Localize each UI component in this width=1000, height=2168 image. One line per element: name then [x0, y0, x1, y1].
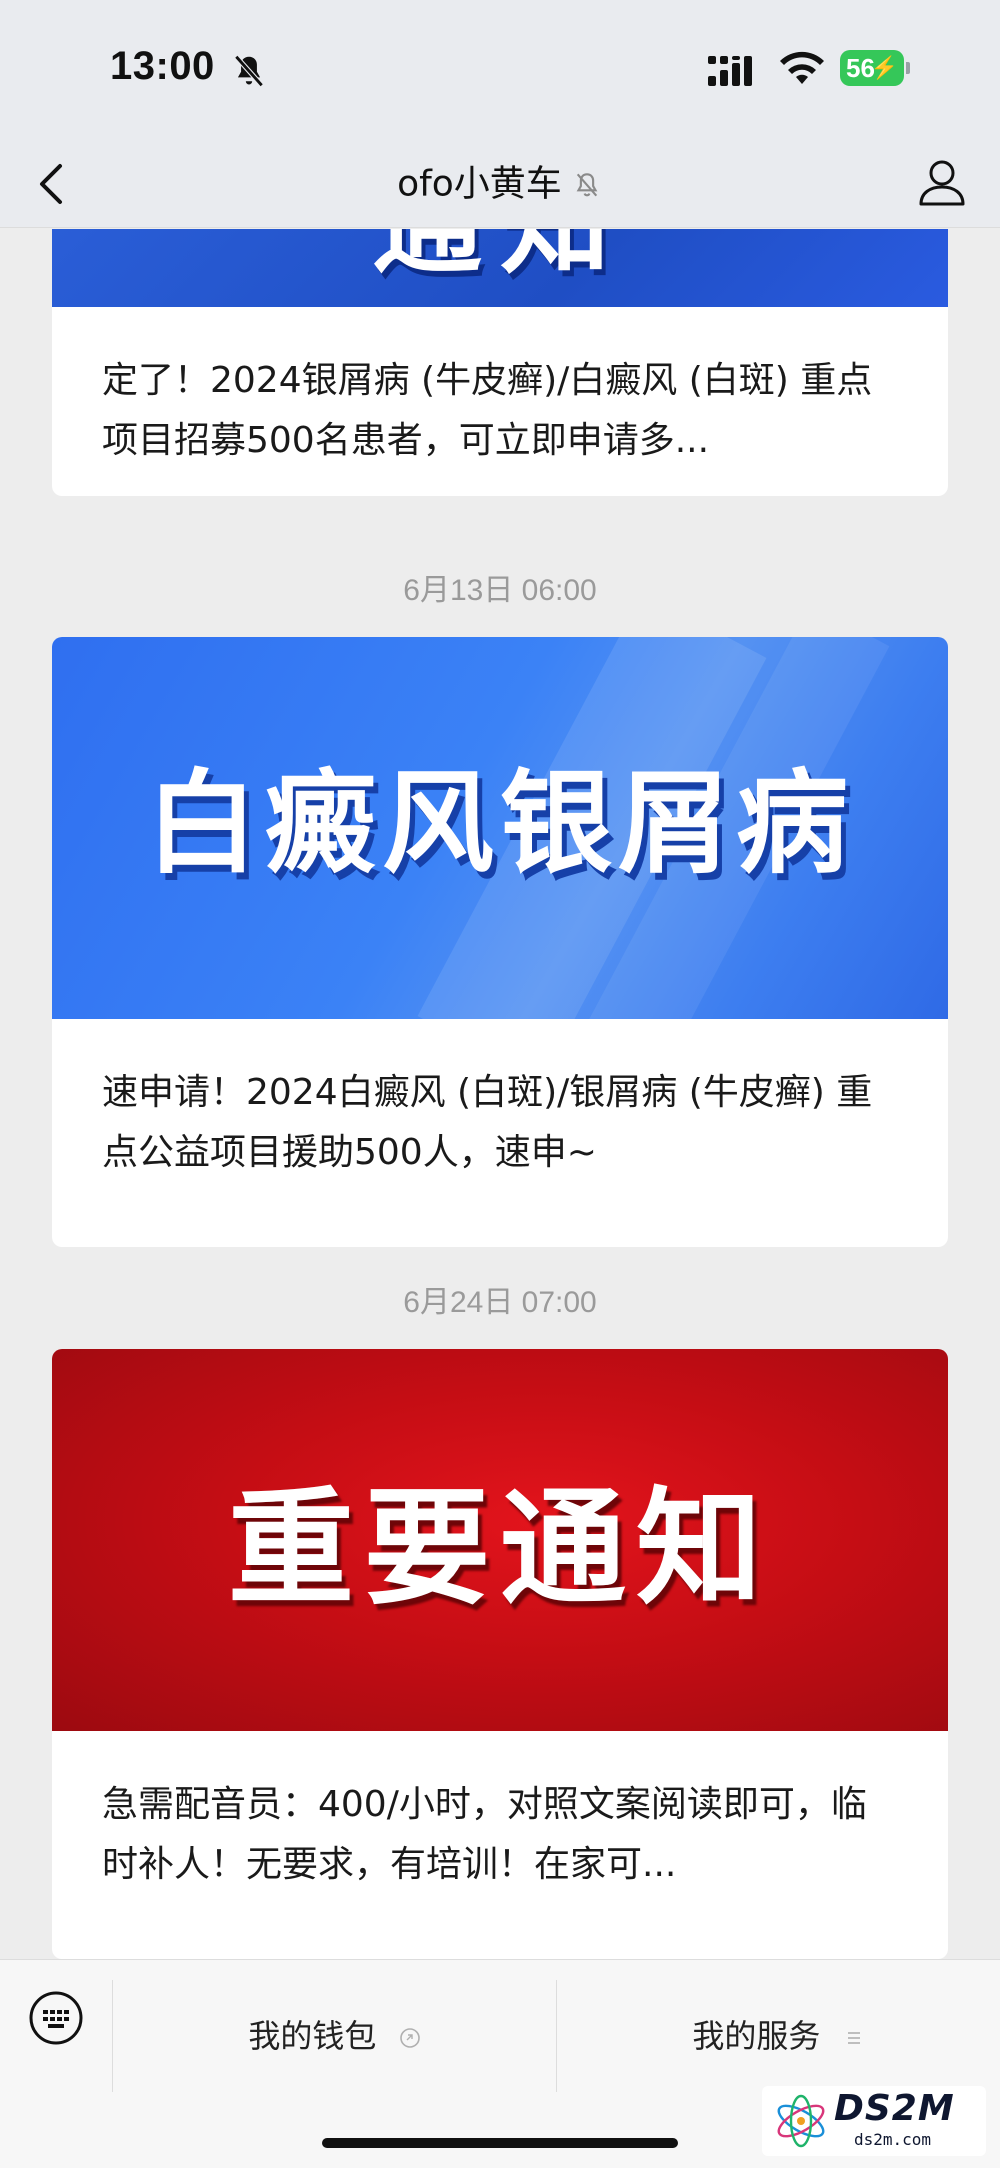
nav-title-wrap: ofo小黄车: [0, 158, 1000, 210]
article-card[interactable]: 重要通知 急需配音员：400/小时，对照文案阅读即可，临时补人！无要求，有培训！…: [52, 1349, 948, 1959]
banner-text: 重要通知: [228, 1475, 772, 1622]
atom-logo-icon: [777, 2094, 825, 2148]
watermark: DS2M ds2m.com: [762, 2086, 986, 2156]
watermark-domain: ds2m.com: [854, 2130, 932, 2149]
article-title: 速申请！2024白癜风 (白斑)/银屑病 (牛皮癣) 重点公益项目援助500人，…: [102, 1072, 873, 1173]
menu-label: 我的服务: [692, 2017, 821, 2055]
bell-off-icon: [576, 172, 598, 196]
page-title: ofo小黄车: [397, 163, 562, 205]
charging-bolt-icon: ⚡: [870, 55, 898, 80]
menu-label: 我的钱包: [248, 2017, 377, 2055]
status-time: 13:00: [110, 44, 215, 88]
nav-bar: ofo小黄车: [0, 140, 1000, 228]
wallet-sub-icon: [399, 2028, 420, 2048]
menu-my-wallet[interactable]: 我的钱包: [113, 1980, 556, 2092]
banner-text: 白癜风银屑病: [146, 759, 854, 889]
cellular-signal-icon: [708, 56, 752, 86]
battery-charging-icon: 56 ⚡: [840, 50, 910, 86]
banner-text: 通知: [52, 229, 948, 295]
watermark-brand: DS2M: [834, 2088, 955, 2129]
article-banner: 白癜风银屑病: [52, 637, 948, 1019]
article-title: 急需配音员：400/小时，对照文案阅读即可，临时补人！无要求，有培训！在家可..…: [102, 1784, 867, 1885]
keyboard-icon[interactable]: [28, 1990, 84, 2046]
article-banner: 通知: [52, 229, 948, 307]
wifi-icon: [780, 51, 824, 84]
article-card[interactable]: 白癜风银屑病 速申请！2024白癜风 (白斑)/银屑病 (牛皮癣) 重点公益项目…: [52, 637, 948, 1247]
article-title: 定了！2024银屑病 (牛皮癣)/白癜风 (白斑) 重点项目招募500名患者，可…: [102, 360, 873, 461]
article-card[interactable]: 通知 定了！2024银屑病 (牛皮癣)/白癜风 (白斑) 重点项目招募500名患…: [52, 229, 948, 496]
home-indicator[interactable]: [322, 2138, 678, 2148]
profile-icon[interactable]: [914, 154, 970, 210]
message-list[interactable]: 通知 定了！2024银屑病 (牛皮癣)/白癜风 (白斑) 重点项目招募500名患…: [0, 229, 1000, 1959]
message-timestamp: 6月24日 07:00: [403, 1286, 597, 1319]
menu-lines-icon: [847, 2032, 860, 2044]
status-bar: 13:00 56 ⚡: [0, 0, 1000, 140]
message-timestamp: 6月13日 06:00: [403, 574, 597, 607]
article-banner: 重要通知: [52, 1349, 948, 1731]
menu-my-services[interactable]: 我的服务: [557, 1980, 1000, 2092]
mute-bell-icon: [234, 55, 264, 87]
